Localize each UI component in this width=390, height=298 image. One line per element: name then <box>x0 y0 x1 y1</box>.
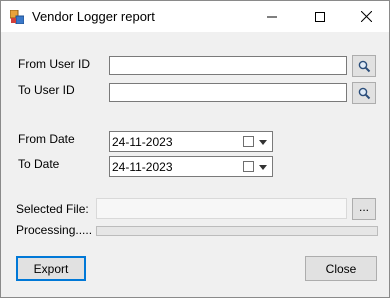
report-window: Vendor Logger report From User ID To Use… <box>0 0 390 298</box>
app-icon <box>10 10 24 24</box>
to-date-value: 24-11-2023 <box>112 160 173 174</box>
from-date-value: 24-11-2023 <box>112 135 173 149</box>
from-user-id-label: From User ID <box>18 57 90 71</box>
export-button[interactable]: Export <box>16 256 86 281</box>
minimize-button[interactable] <box>249 1 295 32</box>
to-date-picker[interactable]: 24-11-2023 <box>109 156 273 177</box>
dropdown-arrow-icon[interactable] <box>259 165 267 170</box>
calendar-icon <box>243 136 254 147</box>
window-title: Vendor Logger report <box>32 9 155 24</box>
from-date-label: From Date <box>18 132 75 146</box>
minimize-icon <box>267 16 277 17</box>
from-date-picker[interactable]: 24-11-2023 <box>109 131 273 152</box>
to-user-id-field[interactable] <box>109 83 347 102</box>
from-user-id-search-button[interactable] <box>352 55 376 77</box>
search-icon <box>358 87 370 99</box>
to-date-label: To Date <box>18 157 60 171</box>
close-window-button[interactable] <box>343 1 389 32</box>
to-user-id-label: To User ID <box>18 83 75 97</box>
title-bar: Vendor Logger report <box>1 1 389 32</box>
search-icon <box>358 60 370 72</box>
to-user-id-search-button[interactable] <box>352 82 376 104</box>
close-icon <box>360 11 372 22</box>
close-button[interactable]: Close <box>305 256 377 281</box>
browse-file-button[interactable]: ... <box>352 198 376 220</box>
calendar-icon <box>243 161 254 172</box>
dropdown-arrow-icon[interactable] <box>259 140 267 145</box>
maximize-button[interactable] <box>297 1 343 32</box>
processing-progress-bar <box>96 226 378 236</box>
maximize-icon <box>315 11 325 22</box>
from-user-id-field[interactable] <box>109 56 347 75</box>
selected-file-field <box>96 198 347 219</box>
selected-file-label: Selected File: <box>16 202 89 216</box>
processing-label: Processing..... <box>16 223 93 237</box>
